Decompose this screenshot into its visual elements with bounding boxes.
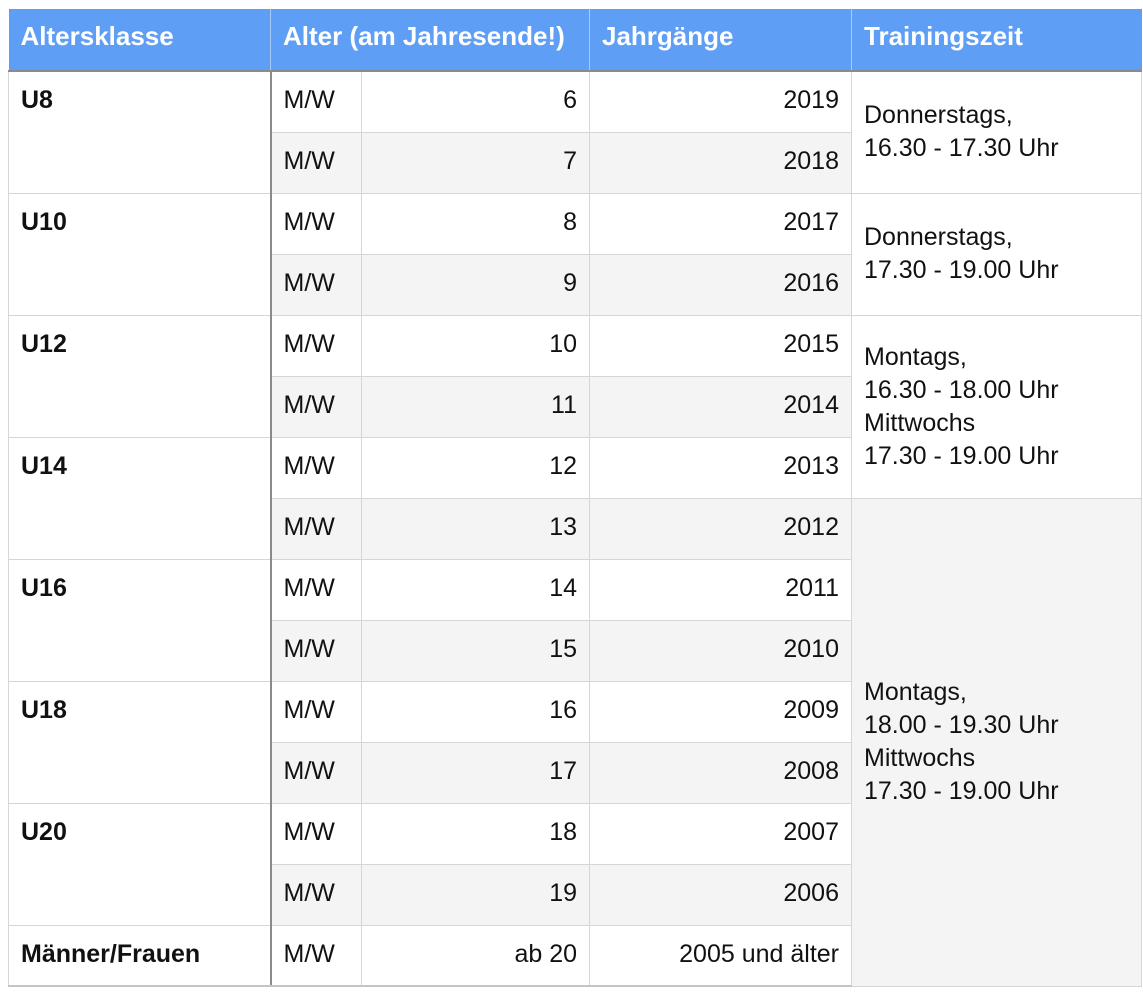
age-cell: 9 [361,253,590,316]
year-cell: 2012 [589,497,852,560]
class-cell: Männer/Frauen [8,924,272,987]
year-cell: 2011 [589,558,852,621]
age-cell: 15 [361,619,590,682]
year-cell: 2013 [589,436,852,499]
age-cell: 16 [361,680,590,743]
training-time-line: 18.00 - 19.30 Uhr [864,711,1059,739]
class-cell: U14 [8,436,272,560]
age-class-table: Altersklasse Alter (am Jahresende!) Jahr… [8,9,1142,987]
sex-cell: M/W [270,680,362,743]
training-time-cell: Donnerstags, 17.30 - 19.00 Uhr [851,192,1142,316]
training-time-line: 16.30 - 18.00 Uhr [864,375,1059,404]
table-row: U12 M/W 10 2015 Montags, 16.30 - 18.00 U… [8,314,1142,499]
training-time-cell: Donnerstags, 16.30 - 17.30 Uhr [851,70,1142,194]
year-cell: 2008 [589,741,852,804]
sex-cell: M/W [270,619,362,682]
training-time-line: Mittwochs [864,408,976,437]
class-cell: U18 [8,680,272,804]
class-cell: U20 [8,802,272,926]
sex-cell: M/W [270,863,362,926]
age-cell: 7 [361,131,590,194]
age-cell: 19 [361,863,590,926]
year-cell: 2015 [589,314,852,377]
class-cell: U12 [8,314,272,438]
age-cell: 18 [361,802,590,865]
year-cell: 2018 [589,131,852,194]
age-cell: 12 [361,436,590,499]
sex-cell: M/W [270,924,362,987]
header-jahrgaenge: Jahrgänge [589,9,852,72]
training-time-line: 17.30 - 19.00 Uhr [864,256,1059,284]
sex-cell: M/W [270,741,362,804]
age-cell: 17 [361,741,590,804]
header-altersklasse: Altersklasse [8,9,271,72]
header-trainingszeit: Trainingszeit [851,9,1142,72]
year-cell: 2014 [589,375,852,438]
training-time-line: Donnerstags, [864,223,1013,251]
header-row: Altersklasse Alter (am Jahresende!) Jahr… [8,9,1142,72]
year-cell: 2005 und älter [589,924,852,987]
training-time-line: Montags, [864,342,967,371]
year-cell: 2009 [589,680,852,743]
table-row: U8 M/W 6 2019 Donnerstags, 16.30 - 17.30… [8,70,1142,194]
training-time-line: 17.30 - 19.00 Uhr [864,777,1059,805]
training-time-cell: Montags, 16.30 - 18.00 Uhr Mittwochs 17.… [851,314,1142,499]
training-time-line: Donnerstags, [864,101,1013,130]
class-cell: U10 [8,192,272,316]
page: Altersklasse Alter (am Jahresende!) Jahr… [0,0,1143,1004]
table-row: U10 M/W 8 2017 Donnerstags, 17.30 - 19.0… [8,192,1142,316]
class-cell: U8 [8,70,272,194]
sex-cell: M/W [270,436,362,499]
training-time-cell: Montags, 18.00 - 19.30 Uhr Mittwochs 17.… [851,497,1142,987]
age-cell: 8 [361,192,590,255]
age-cell: 11 [361,375,590,438]
class-cell: U16 [8,558,272,682]
year-cell: 2019 [589,70,852,133]
training-time-line: 16.30 - 17.30 Uhr [864,134,1059,163]
year-cell: 2007 [589,802,852,865]
sex-cell: M/W [270,802,362,865]
age-cell: 10 [361,314,590,377]
age-cell: 6 [361,70,590,133]
sex-cell: M/W [270,558,362,621]
sex-cell: M/W [270,131,362,194]
training-time-line: Mittwochs [864,744,976,772]
sex-cell: M/W [270,192,362,255]
year-cell: 2010 [589,619,852,682]
year-cell: 2017 [589,192,852,255]
age-cell: ab 20 [361,924,590,987]
sex-cell: M/W [270,70,362,133]
training-time-line: 17.30 - 19.00 Uhr [864,441,1059,470]
age-cell: 13 [361,497,590,560]
sex-cell: M/W [270,253,362,316]
sex-cell: M/W [270,314,362,377]
training-time-line: Montags, [864,678,967,706]
year-cell: 2006 [589,863,852,926]
age-cell: 14 [361,558,590,621]
header-alter: Alter (am Jahresende!) [270,9,590,72]
year-cell: 2016 [589,253,852,316]
sex-cell: M/W [270,497,362,560]
sex-cell: M/W [270,375,362,438]
